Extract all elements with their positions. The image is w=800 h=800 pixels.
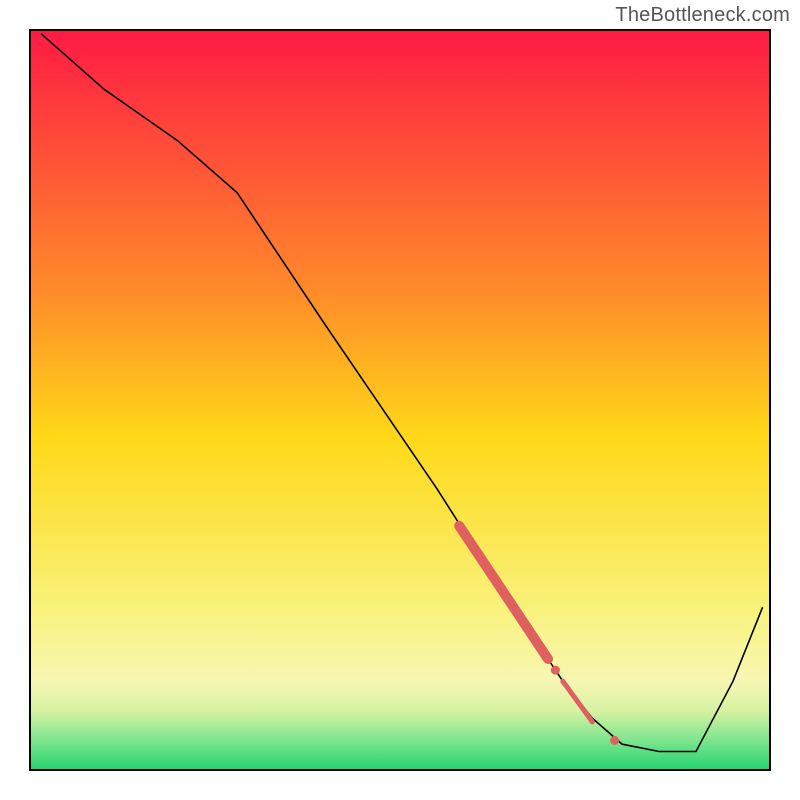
plot-area-gradient [30, 30, 770, 770]
point-highlight-dot-1 [551, 666, 560, 675]
chart-container: TheBottleneck.com [0, 0, 800, 800]
bottleneck-chart [0, 0, 800, 800]
point-highlight-dot-2 [610, 736, 619, 745]
